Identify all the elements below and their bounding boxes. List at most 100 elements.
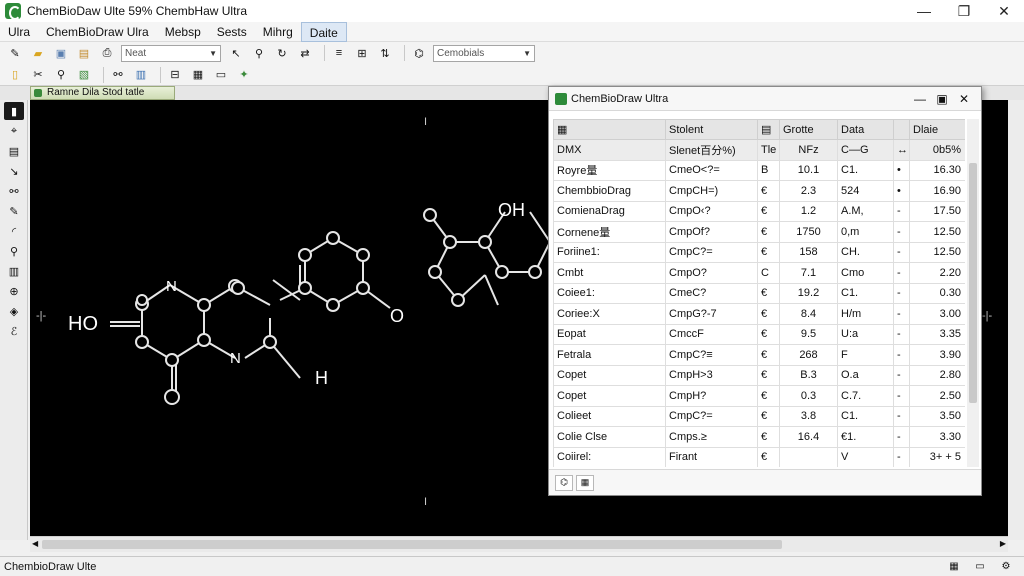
table-cell[interactable]: 158 xyxy=(779,241,838,263)
table-cell[interactable]: € xyxy=(757,180,780,202)
table-cell[interactable]: 2.80 xyxy=(909,364,965,386)
table-cell[interactable]: 17.50 xyxy=(909,200,965,222)
table-cell[interactable]: Copet xyxy=(553,385,666,407)
table-cell[interactable]: 0.3 xyxy=(779,385,838,407)
pen-tool-icon[interactable]: ✎ xyxy=(4,202,24,220)
table-cell[interactable]: € xyxy=(757,385,780,407)
minimize-icon[interactable]: — xyxy=(909,90,931,108)
molecule-icon[interactable]: ⌬ xyxy=(555,474,573,491)
table-cell[interactable]: 3.90 xyxy=(909,344,965,366)
table-cell[interactable]: 10.1 xyxy=(779,159,838,181)
table-cell[interactable]: €1. xyxy=(837,426,894,448)
table-cell[interactable]: Coiee1: xyxy=(553,282,666,304)
table-cell[interactable]: € xyxy=(757,221,780,243)
table-cell[interactable]: Foriine1: xyxy=(553,241,666,263)
table-cell[interactable]: 1.2 xyxy=(779,200,838,222)
table-cell[interactable]: 16.4 xyxy=(779,426,838,448)
table-cell[interactable]: 3.50 xyxy=(909,405,965,427)
image-icon[interactable]: ▧ xyxy=(75,66,93,84)
table-cell[interactable] xyxy=(779,446,838,467)
table-cell[interactable]: CmpC?= xyxy=(665,241,758,263)
table-row[interactable]: ComienaDrag CmpO‹? €1.2 A.M, -17.50 xyxy=(553,200,965,222)
flip-icon[interactable]: ⇅ xyxy=(376,44,394,62)
table-cell[interactable]: 16.90 xyxy=(909,180,965,202)
table-row[interactable]: Coriee:X CmpG?-7 €8.4 H/m -3.00 xyxy=(553,303,965,325)
cut-icon[interactable]: ✂ xyxy=(29,66,47,84)
table-cell[interactable]: Copet xyxy=(553,364,666,386)
table-cell[interactable]: - xyxy=(893,385,910,407)
magnify-tool-icon[interactable]: ⚲ xyxy=(4,242,24,260)
layout-icon[interactable]: ▭ xyxy=(972,559,988,573)
table-row[interactable]: Cmbt CmpO? C 7.1 Cmo -2.20 xyxy=(553,262,965,284)
table-cell[interactable]: Firant xyxy=(665,446,758,467)
table-cell[interactable]: 19.2 xyxy=(779,282,838,304)
lasso-tool-icon[interactable]: ⌖ xyxy=(4,122,24,140)
table-cell[interactable]: C.7. xyxy=(837,385,894,407)
table-row[interactable]: Coiee1: CmeC? €19.2 C1. -0.30 xyxy=(553,282,965,304)
table-row[interactable]: Royre量 CmeO<?= B 10.1 C1. • 16.30 xyxy=(553,159,965,181)
table-cell[interactable]: ComienaDrag xyxy=(553,200,666,222)
arc-tool-icon[interactable]: ◜ xyxy=(4,222,24,240)
menu-ulra[interactable]: Ulra xyxy=(0,22,38,42)
table-cell[interactable]: CmpC?= xyxy=(665,405,758,427)
table-cell[interactable]: C1. xyxy=(837,405,894,427)
table-cell[interactable]: Colieet xyxy=(553,405,666,427)
scroll-left-icon[interactable]: ◀ xyxy=(32,539,38,548)
table-row[interactable]: Cornene量 CmpOf? €1750 0,m -12.50 xyxy=(553,221,965,243)
table-cell[interactable]: Fetrala xyxy=(553,344,666,366)
table-cell[interactable]: 0.30 xyxy=(909,282,965,304)
table-cell[interactable]: CmeO<?= xyxy=(665,159,758,181)
table-cell[interactable]: Royre量 xyxy=(553,159,666,181)
table-cell[interactable]: CmpOf? xyxy=(665,221,758,243)
table-row[interactable]: ChembbioDrag CmpCH=) €2.3 524 • 16.90 xyxy=(553,180,965,202)
table-cell[interactable]: € xyxy=(757,200,780,222)
table-row[interactable]: Coiirel: Firant € V -3+ + 5 xyxy=(553,446,965,467)
close-icon[interactable]: ✕ xyxy=(953,90,975,108)
table-cell[interactable]: 2.3 xyxy=(779,180,838,202)
menu-mihrg[interactable]: Mihrg xyxy=(255,22,301,42)
table-cell[interactable]: Cmbt xyxy=(553,262,666,284)
scroll-right-icon[interactable]: ▶ xyxy=(1000,539,1006,548)
table-cell[interactable]: 3+ + 5 xyxy=(909,446,965,467)
table-cell[interactable]: - xyxy=(893,364,910,386)
settings-icon[interactable]: ⚙ xyxy=(998,559,1014,573)
panel-title-bar[interactable]: ChemBioDraw Ultra — ▣ ✕ xyxy=(549,87,981,111)
search-icon[interactable]: ⚲ xyxy=(52,66,70,84)
table-cell[interactable]: - xyxy=(893,344,910,366)
table-cell[interactable]: CmpH? xyxy=(665,385,758,407)
table-cell[interactable]: V xyxy=(837,446,894,467)
table-cell[interactable]: 3.00 xyxy=(909,303,965,325)
table-cell[interactable]: U:a xyxy=(837,323,894,345)
table-cell[interactable]: 3.8 xyxy=(779,405,838,427)
table-cell[interactable]: A.M, xyxy=(837,200,894,222)
table-row[interactable]: Colieet CmpC?= €3.8 C1. -3.50 xyxy=(553,405,965,427)
zoom-icon[interactable]: ⚲ xyxy=(250,44,268,62)
vertical-scrollbar[interactable] xyxy=(1008,100,1024,540)
menu-chembiodraw[interactable]: ChemBioDraw Ulra xyxy=(38,22,157,42)
document-tab[interactable]: Ramne Dila Stod tatle xyxy=(30,86,175,100)
menu-mebsp[interactable]: Mebsp xyxy=(157,22,209,42)
table-cell[interactable]: 0,m xyxy=(837,221,894,243)
table-icon[interactable]: ▦ xyxy=(189,66,207,84)
lasso-icon[interactable]: ↖ xyxy=(227,44,245,62)
table-row[interactable]: Copet CmpH>3 € B.3 O.a -2.80 xyxy=(553,364,965,386)
table-cell[interactable]: 12.50 xyxy=(909,221,965,243)
save-icon[interactable]: ▣ xyxy=(52,44,70,62)
minimize-button[interactable]: — xyxy=(904,0,944,22)
column-header[interactable]: Dlaie xyxy=(909,119,965,140)
table-cell[interactable]: 9.5 xyxy=(779,323,838,345)
table-cell[interactable]: € xyxy=(757,446,780,467)
table-row[interactable]: Foriine1: CmpC?= €158 CH. -12.50 xyxy=(553,241,965,263)
table-cell[interactable]: - xyxy=(893,426,910,448)
table-cell[interactable]: € xyxy=(757,303,780,325)
table-row[interactable]: Fetrala CmpC?≡ €268 F -3.90 xyxy=(553,344,965,366)
horizontal-scrollbar[interactable]: ◀ ▶ xyxy=(30,536,1008,552)
table-cell[interactable]: CH. xyxy=(837,241,894,263)
table-cell[interactable]: 12.50 xyxy=(909,241,965,263)
table-cell[interactable]: - xyxy=(893,262,910,284)
column-header[interactable]: Grotte xyxy=(779,119,838,140)
table-cell[interactable]: Eopat xyxy=(553,323,666,345)
table-cell[interactable]: 524 xyxy=(837,180,894,202)
table-cell[interactable]: € xyxy=(757,364,780,386)
table-cell[interactable]: 16.30 xyxy=(909,159,965,181)
